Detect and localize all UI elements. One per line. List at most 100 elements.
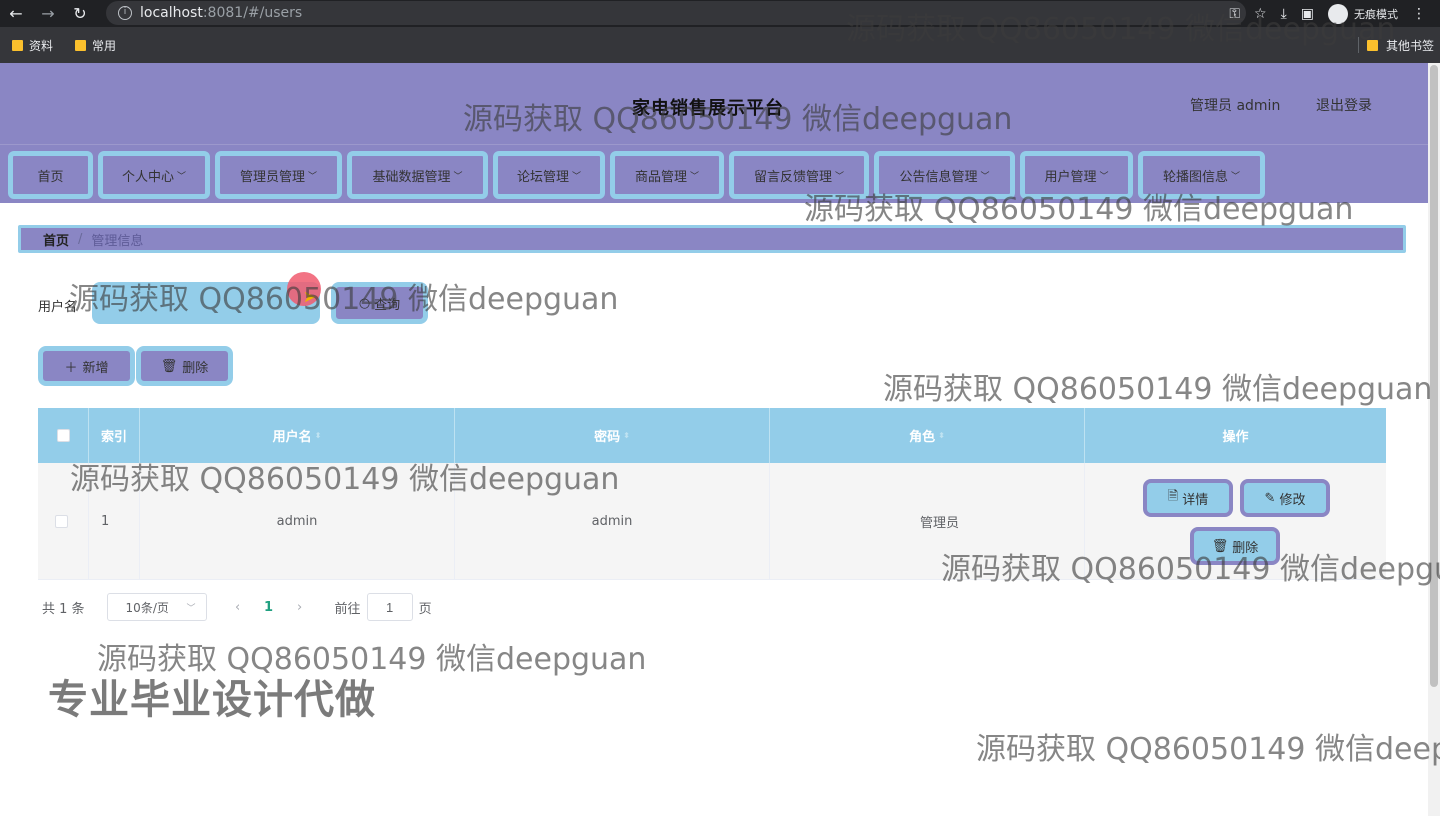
plus-icon: ＋ [64,360,78,376]
other-bookmarks[interactable]: 其他书签 [1386,37,1434,54]
goto-label: 前往 [334,601,361,617]
row-delete-label: 删除 [1232,540,1259,556]
bookmark-label: 资料 [29,38,54,53]
detail-label: 详情 [1182,492,1209,508]
batch-delete-button[interactable]: 🗑 删除 [136,346,233,386]
search-button-label: 查询 [374,297,401,313]
header-role[interactable]: 角色 ⬍ [770,408,1085,463]
header-username[interactable]: 用户名 ⬍ [140,408,455,463]
chevron-down-icon: ﹀ [980,171,990,182]
menu-basic-data[interactable]: 基础数据管理 ﹀ [347,151,488,199]
address-bar[interactable]: i localhost:8081/#/users [106,1,1246,25]
logout-link[interactable]: 退出登录 [1316,95,1372,115]
menu-personal-center[interactable]: 个人中心 ﹀ [98,151,210,199]
page-number[interactable]: 1 [257,600,281,615]
menu-users[interactable]: 用户管理 ﹀ [1020,151,1133,199]
bookmarks-bar: 资料 常用 其他书签 [0,27,1440,63]
menu-home[interactable]: 首页 [8,151,93,199]
sort-icon[interactable]: ⬍ [938,431,945,440]
trash-icon: 🗑 [1211,538,1229,554]
menu-label: 个人中心 [121,169,174,185]
chevron-down-icon: ﹀ [177,171,187,182]
menu-forum[interactable]: 论坛管理 ﹀ [493,151,605,199]
row-delete-button[interactable]: 🗑 删除 [1190,527,1280,565]
menu-label: 轮播图信息 [1162,169,1228,185]
menu-feedback[interactable]: 留言反馈管理 ﹀ [729,151,869,199]
main-menu: 首页 个人中心 ﹀ 管理员管理 ﹀ 基础数据管理 ﹀ 论坛管理 ﹀ 商品管理 ﹀ 留言反馈… [0,144,1440,203]
page-suffix: 页 [418,601,432,617]
goto-page-input[interactable] [366,593,413,621]
cell-password: admin [455,463,770,580]
url-host: localhost [140,5,203,21]
current-user: 管理员 admin [1190,98,1281,114]
page-size-value: 10条/页 [125,600,169,615]
menu-announcements[interactable]: 公告信息管理 ﹀ [874,151,1015,199]
page-size-select[interactable]: 10条/页 ﹀ [106,593,207,621]
header-select-all [38,408,89,463]
edit-button[interactable]: ✎ 修改 [1240,479,1330,517]
menu-label: 公告信息管理 [899,169,978,185]
chevron-down-icon: ﹀ [572,171,582,182]
chevron-down-icon: ﹀ [186,603,196,614]
bookmark-folder[interactable]: 资料 [12,37,53,54]
back-icon[interactable]: ← [0,4,32,23]
scrollbar-thumb[interactable] [1430,65,1438,687]
menu-label: 用户管理 [1044,169,1097,185]
download-icon[interactable]: ⤓ [1281,6,1287,22]
select-all-checkbox[interactable] [56,429,70,442]
bookmark-label: 常用 [92,38,117,53]
header-ops: 操作 [1085,408,1386,463]
menu-label: 首页 [37,169,64,185]
chevron-down-icon: ﹀ [835,171,845,182]
incognito-avatar-icon [1328,3,1348,24]
table-row: 1 admin admin 管理员 🗎 详情 ✎ 修改 🗑 删除 [38,463,1386,580]
incognito-label: 无痕模式 [1354,7,1398,21]
next-page-icon[interactable]: › [281,600,319,615]
chevron-down-icon: ﹀ [1231,171,1241,182]
page-scrollbar[interactable] [1428,63,1440,816]
forward-icon[interactable]: → [32,4,64,23]
username-search-input[interactable] [92,282,320,324]
chevron-down-icon: ﹀ [453,171,463,182]
prev-page-icon[interactable]: ‹ [219,600,257,615]
key-icon[interactable]: ⚿ [1229,6,1240,22]
pencil-icon: ✎ [1264,490,1276,506]
breadcrumb-separator: / [78,231,83,247]
add-button[interactable]: ＋新增 [38,346,135,386]
menu-kebab-icon[interactable]: ⋮ [1412,6,1426,22]
bookmark-folder[interactable]: 常用 [75,37,116,54]
watermark-banner: 专业毕业设计代做 [48,677,376,723]
sort-icon[interactable]: ⬍ [623,431,630,440]
site-header: 家电销售展示平台 管理员 admin 退出登录 [0,63,1440,144]
search-label: 用户名 [38,300,78,315]
url-path: :8081/#/users [202,5,303,21]
row-checkbox[interactable] [55,515,68,528]
header-label: 密码 [594,430,621,445]
menu-label: 留言反馈管理 [753,169,832,185]
menu-products[interactable]: 商品管理 ﹀ [610,151,724,199]
reload-icon[interactable]: ↻ [64,4,96,23]
chevron-down-icon: ﹀ [308,171,318,182]
menu-admin-management[interactable]: 管理员管理 ﹀ [215,151,342,199]
cell-role: 管理员 [770,463,1085,580]
chevron-down-icon: ﹀ [690,171,700,182]
site-title: 家电销售展示平台 [632,98,784,119]
users-table: 索引 用户名 ⬍ 密码 ⬍ 角色 ⬍ 操作 1 admin admin 管理员 🗎 详情… [38,408,1386,580]
folder-icon [75,39,87,51]
cell-username: admin [140,463,455,580]
star-icon[interactable]: ☆ [1254,6,1267,22]
header-password[interactable]: 密码 ⬍ [455,408,770,463]
header-index: 索引 [89,408,140,463]
search-button[interactable]: ○ 查询 [331,282,428,324]
sort-icon[interactable]: ⬍ [315,431,322,440]
browser-toolbar: ← → ↻ i localhost:8081/#/users ⚿ ☆ ⤓ ▣ 无… [0,0,1440,27]
incognito-indicator[interactable]: 无痕模式 [1328,3,1398,24]
breadcrumb-home[interactable]: 首页 [43,230,69,249]
detail-button[interactable]: 🗎 详情 [1143,479,1233,517]
sidepanel-icon[interactable]: ▣ [1301,6,1314,22]
menu-carousel[interactable]: 轮播图信息 ﹀ [1138,151,1265,199]
menu-label: 论坛管理 [516,169,569,185]
trash-icon: 🗑 [160,358,178,374]
site-info-icon[interactable]: i [118,6,132,20]
header-label: 索引 [100,430,127,445]
